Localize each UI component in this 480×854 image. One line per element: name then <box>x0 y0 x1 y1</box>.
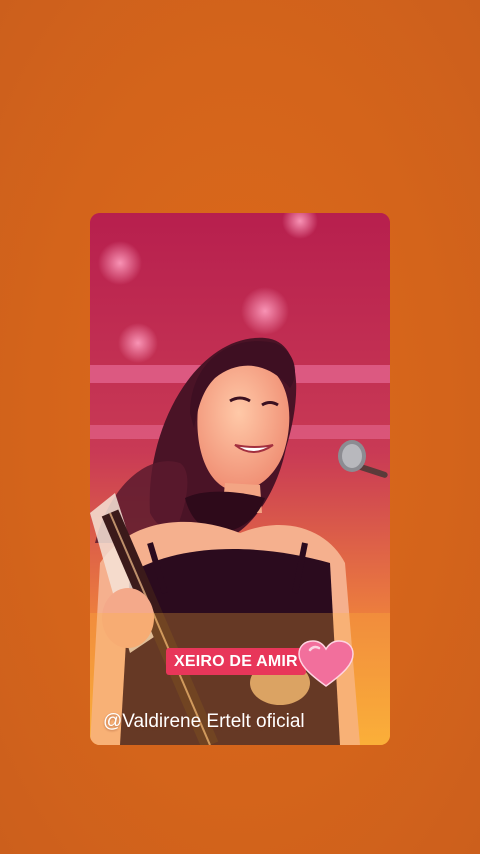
xeiro-de-amir-sticker[interactable]: XEIRO DE AMIR <box>166 648 306 675</box>
heart-icon[interactable] <box>298 640 354 688</box>
credit-mention-text[interactable]: @Valdirene Ertelt oficial <box>103 710 305 734</box>
